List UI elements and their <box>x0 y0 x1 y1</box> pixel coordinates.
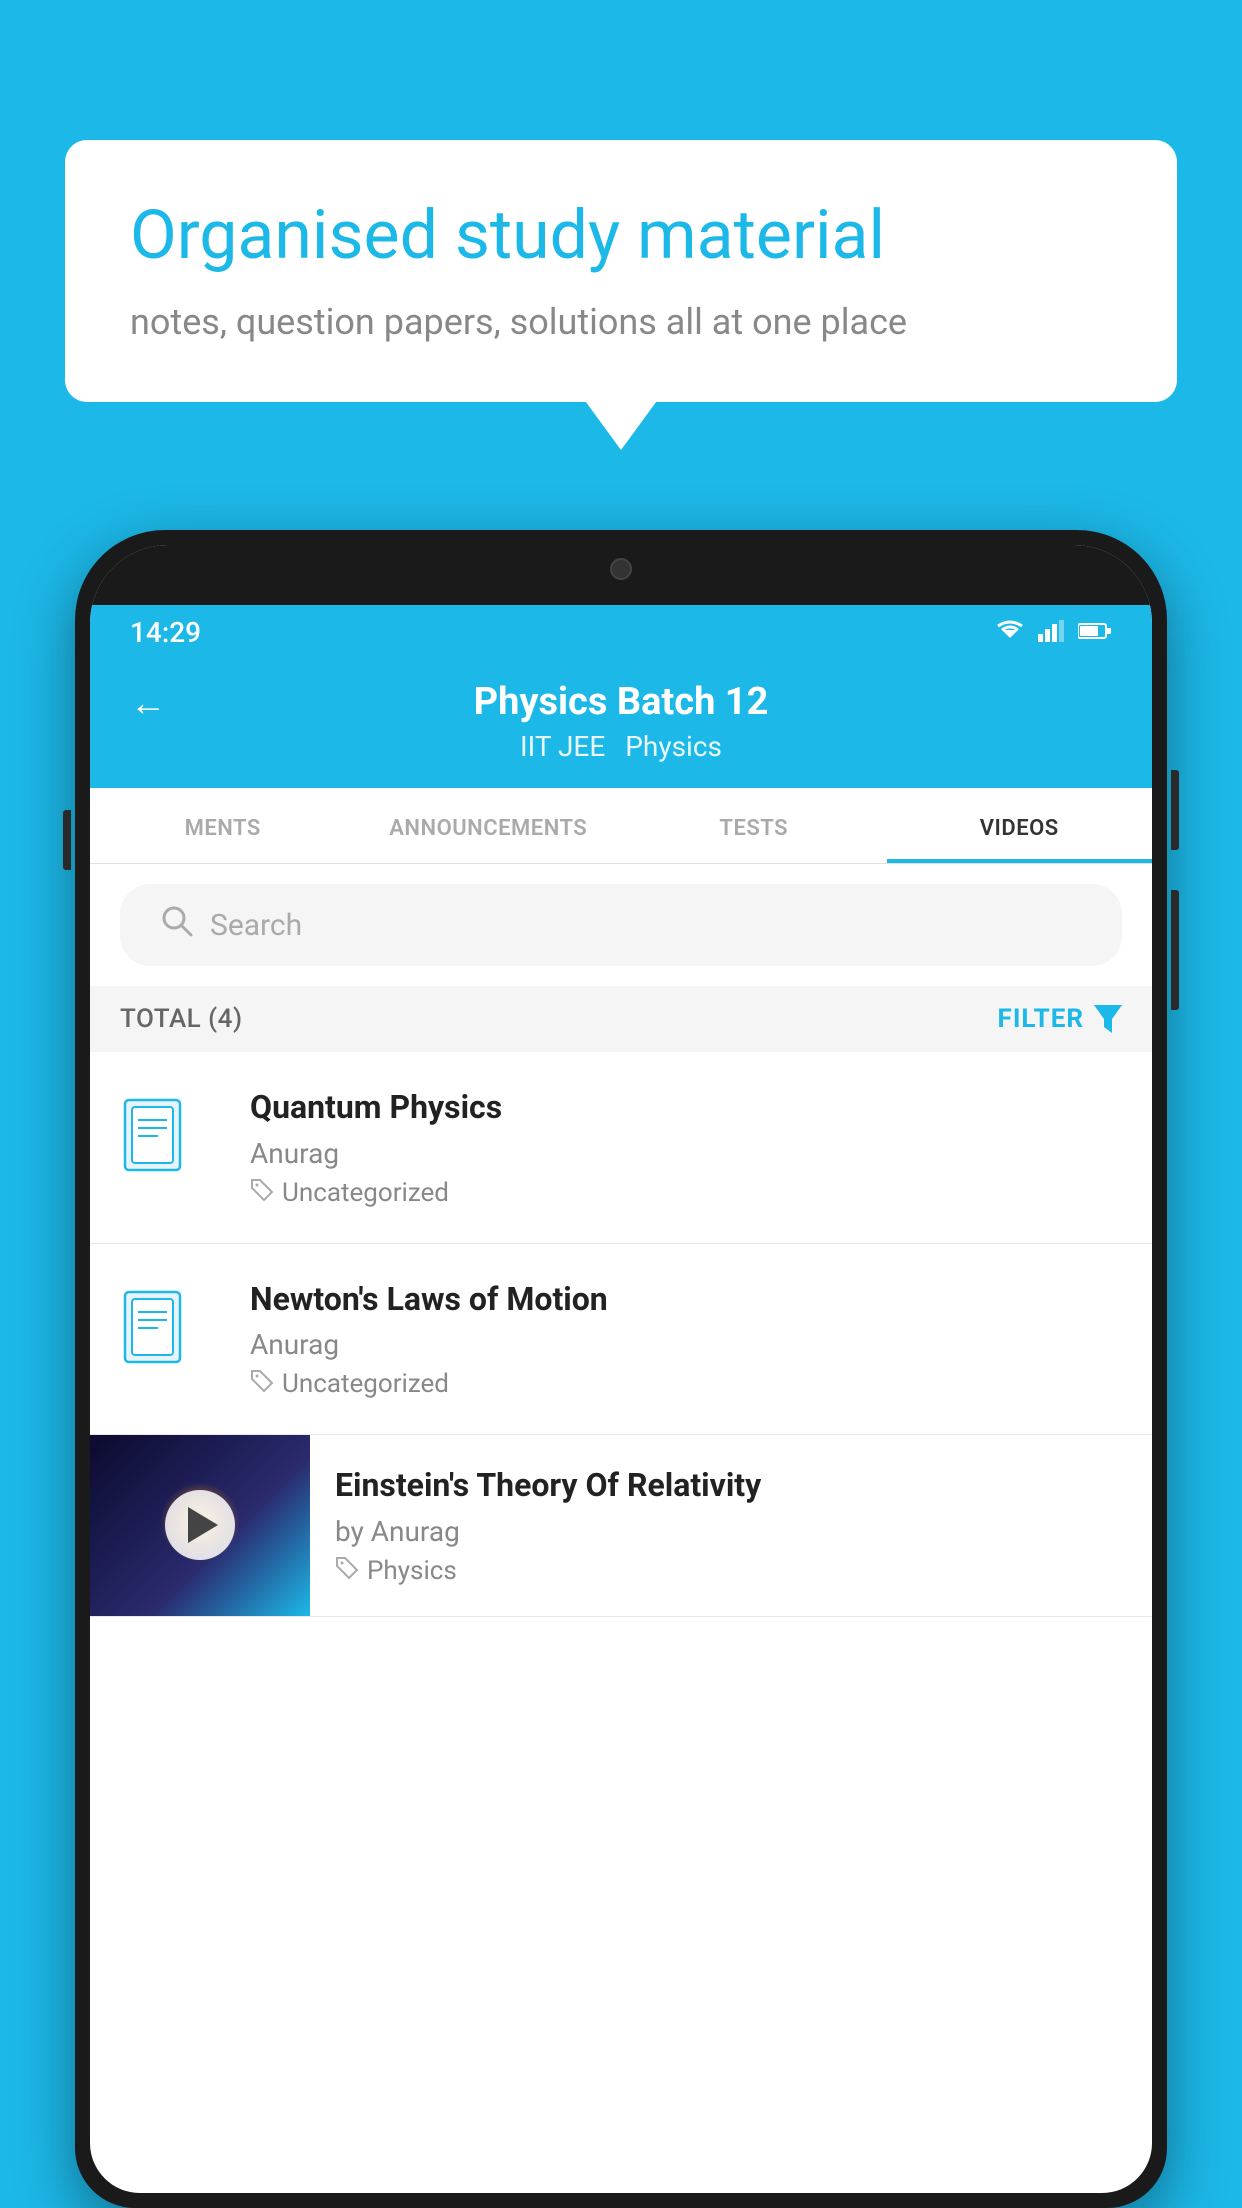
filter-icon <box>1094 1005 1122 1033</box>
search-bar[interactable]: Search <box>120 884 1122 966</box>
tag-svg-einstein <box>335 1556 359 1580</box>
video-thumbnail-einstein <box>90 1435 310 1616</box>
header-tag-iitjee: IIT JEE <box>520 730 605 763</box>
header-title: Physics Batch 12 <box>474 680 769 724</box>
speech-bubble: Organised study material notes, question… <box>65 140 1177 402</box>
camera <box>610 558 632 580</box>
tag-text-newton: Uncategorized <box>282 1369 449 1399</box>
status-time: 14:29 <box>130 616 201 649</box>
video-title-einstein: Einstein's Theory Of Relativity <box>335 1465 1127 1507</box>
phone-notch <box>551 545 691 593</box>
signal-icon <box>1038 620 1066 646</box>
tag-icon-newton <box>250 1369 274 1399</box>
speech-bubble-container: Organised study material notes, question… <box>65 140 1177 402</box>
power-button-bottom <box>1171 890 1179 1010</box>
header-subtitle: IIT JEE Physics <box>520 730 722 763</box>
filter-button[interactable]: FILTER <box>998 1004 1122 1034</box>
video-tag-quantum: Uncategorized <box>250 1178 1122 1208</box>
tabs-container: MENTS ANNOUNCEMENTS TESTS VIDEOS <box>90 788 1152 864</box>
search-container: Search <box>90 864 1152 986</box>
phone-screen: 14:29 <box>90 545 1152 2193</box>
battery-icon <box>1078 622 1112 644</box>
video-title-newton: Newton's Laws of Motion <box>250 1279 1122 1321</box>
tab-announcements[interactable]: ANNOUNCEMENTS <box>356 788 622 863</box>
bubble-title: Organised study material <box>130 195 1112 277</box>
video-author-quantum: Anurag <box>250 1137 1122 1170</box>
tag-icon-quantum <box>250 1178 274 1208</box>
video-tag-einstein: Physics <box>335 1556 1127 1586</box>
tag-text-einstein: Physics <box>367 1556 457 1586</box>
tab-videos[interactable]: VIDEOS <box>887 788 1153 863</box>
filter-row: TOTAL (4) FILTER <box>90 986 1152 1052</box>
file-icon-newton <box>120 1284 200 1374</box>
wifi-icon <box>994 620 1026 646</box>
notch-area <box>90 545 1152 605</box>
tag-svg-quantum <box>250 1178 274 1202</box>
play-icon <box>188 1507 218 1543</box>
search-icon <box>160 904 194 946</box>
tab-ments[interactable]: MENTS <box>90 788 356 863</box>
video-author-newton: Anurag <box>250 1328 1122 1361</box>
back-button[interactable]: ← <box>130 682 166 724</box>
tag-text-quantum: Uncategorized <box>282 1178 449 1208</box>
video-info-quantum: Quantum Physics Anurag Uncategorized <box>250 1087 1122 1208</box>
video-icon-area-newton <box>120 1284 220 1378</box>
search-placeholder: Search <box>210 908 302 943</box>
tab-tests[interactable]: TESTS <box>621 788 887 863</box>
video-tag-newton: Uncategorized <box>250 1369 1122 1399</box>
total-count: TOTAL (4) <box>120 1004 243 1034</box>
file-icon-quantum <box>120 1092 200 1182</box>
video-item-newton[interactable]: Newton's Laws of Motion Anurag Uncategor… <box>90 1244 1152 1436</box>
bubble-subtitle: notes, question papers, solutions all at… <box>130 297 1112 347</box>
power-button-top <box>1171 770 1179 850</box>
video-info-einstein: Einstein's Theory Of Relativity by Anura… <box>310 1435 1152 1616</box>
filter-label: FILTER <box>998 1004 1084 1034</box>
video-item-einstein[interactable]: Einstein's Theory Of Relativity by Anura… <box>90 1435 1152 1617</box>
video-author-einstein: by Anurag <box>335 1515 1127 1548</box>
app-header: ← Physics Batch 12 IIT JEE Physics <box>90 660 1152 788</box>
status-icons <box>994 620 1112 646</box>
tag-icon-einstein <box>335 1556 359 1586</box>
video-title-quantum: Quantum Physics <box>250 1087 1122 1129</box>
video-info-newton: Newton's Laws of Motion Anurag Uncategor… <box>250 1279 1122 1400</box>
play-button-einstein[interactable] <box>165 1490 235 1560</box>
status-bar: 14:29 <box>90 605 1152 660</box>
volume-button <box>63 810 71 870</box>
tag-svg-newton <box>250 1369 274 1393</box>
video-icon-area-quantum <box>120 1092 220 1186</box>
video-item-quantum[interactable]: Quantum Physics Anurag Uncategorized <box>90 1052 1152 1244</box>
header-tag-physics: Physics <box>625 730 722 763</box>
phone-frame: 14:29 <box>75 530 1167 2208</box>
video-list: Quantum Physics Anurag Uncategorized <box>90 1052 1152 1617</box>
